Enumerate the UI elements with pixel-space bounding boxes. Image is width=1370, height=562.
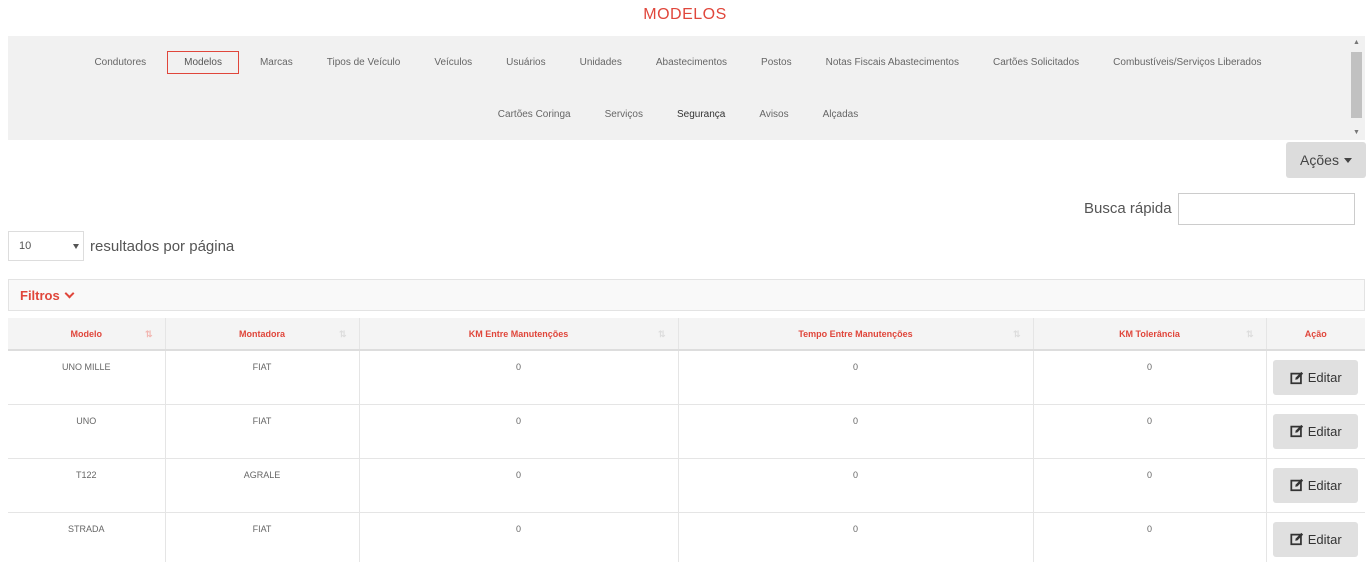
table-row: UNO MILLE FIAT 0 0 0 Editar (8, 350, 1365, 405)
filters-label: Filtros (20, 287, 60, 303)
caret-down-icon (1343, 157, 1352, 163)
cell-modelo: T122 (8, 458, 166, 513)
header-km-entre-manutencoes[interactable]: KM Entre Manutenções ⇅ (359, 318, 679, 351)
cell-montadora: AGRALE (165, 458, 360, 513)
nav-item-veiculos[interactable]: Veículos (434, 52, 472, 73)
header-montadora[interactable]: Montadora ⇅ (165, 318, 360, 351)
edit-label: Editar (1307, 477, 1342, 493)
edit-icon (1290, 532, 1303, 546)
sort-icon: ⇅ (1012, 329, 1021, 339)
edit-label: Editar (1307, 423, 1342, 439)
quick-search: Busca rápida (1084, 193, 1355, 225)
cell-modelo: STRADA (8, 512, 166, 562)
page-title: MODELOS (643, 6, 727, 23)
cell-montadora: FIAT (165, 512, 360, 562)
nav-row-2: Cartões Coringa Serviços Segurança Aviso… (8, 102, 1348, 126)
nav-item-modelos[interactable]: Modelos (167, 50, 239, 74)
edit-icon (1290, 478, 1303, 492)
per-page-select[interactable]: 10 (8, 231, 84, 261)
nav-item-avisos[interactable]: Avisos (759, 104, 788, 125)
nav-item-combustiveis-servicos[interactable]: Combustíveis/Serviços Liberados (1113, 52, 1261, 73)
header-acao: Ação (1266, 318, 1365, 351)
cell-montadora: FIAT (165, 404, 360, 459)
actions-label: Ações (1300, 152, 1339, 168)
sort-icon: ⇅ (338, 329, 347, 339)
nav-item-seguranca[interactable]: Segurança (677, 104, 725, 125)
nav-row-1: Condutores Modelos Marcas Tipos de Veícu… (8, 50, 1348, 74)
filters-toggle[interactable]: Filtros (8, 279, 1365, 311)
chevron-down-icon (64, 288, 75, 298)
nav-scrollbar[interactable]: ▲ ▼ (1348, 36, 1365, 140)
per-page-control: 10 resultados por página (8, 231, 234, 261)
nav-item-marcas[interactable]: Marcas (260, 52, 293, 73)
select-arrow-icon (73, 244, 79, 249)
cell-km-entre: 0 (359, 404, 679, 459)
cell-km-entre: 0 (359, 512, 679, 562)
header-modelo[interactable]: Modelo ⇅ (8, 318, 166, 351)
cell-tempo-entre: 0 (678, 404, 1034, 459)
cell-km-tolerancia: 0 (1033, 404, 1267, 459)
edit-button[interactable]: Editar (1273, 521, 1359, 557)
sort-icon: ⇅ (144, 329, 153, 339)
nav-item-unidades[interactable]: Unidades (580, 52, 622, 73)
table-row: UNO FIAT 0 0 0 Editar (8, 404, 1365, 459)
per-page-label: resultados por página (90, 237, 235, 255)
sort-icon: ⇅ (657, 329, 666, 339)
nav-item-condutores[interactable]: Condutores (94, 52, 146, 73)
cell-montadora: FIAT (165, 350, 360, 405)
actions-dropdown-button[interactable]: Ações (1286, 142, 1366, 178)
header-km-tolerancia[interactable]: KM Tolerância ⇅ (1033, 318, 1267, 351)
edit-icon (1290, 424, 1303, 438)
cell-km-entre: 0 (359, 350, 679, 405)
table-header-row: Modelo ⇅ Montadora ⇅ KM Entre Manutenções ⇅… (8, 318, 1365, 351)
cell-km-entre: 0 (359, 458, 679, 513)
edit-label: Editar (1307, 531, 1342, 547)
cell-acao: Editar (1266, 458, 1365, 513)
quick-search-label: Busca rápida (1084, 200, 1172, 217)
cell-modelo: UNO MILLE (8, 350, 166, 405)
cell-acao: Editar (1266, 404, 1365, 459)
nav-item-abastecimentos[interactable]: Abastecimentos (656, 52, 727, 73)
cell-tempo-entre: 0 (678, 350, 1034, 405)
scroll-down-arrow-icon[interactable]: ▼ (1348, 126, 1365, 140)
cell-km-tolerancia: 0 (1033, 458, 1267, 513)
per-page-value: 10 (19, 240, 32, 252)
cell-tempo-entre: 0 (678, 458, 1034, 513)
edit-label: Editar (1307, 370, 1342, 385)
nav-item-servicos[interactable]: Serviços (605, 104, 643, 125)
table-row: T122 AGRALE 0 0 0 Editar (8, 458, 1365, 513)
cell-modelo: UNO (8, 404, 166, 459)
edit-icon (1290, 371, 1303, 384)
cell-km-tolerancia: 0 (1033, 350, 1267, 405)
nav-item-cartoes-solicitados[interactable]: Cartões Solicitados (993, 52, 1079, 73)
nav-item-notas-fiscais[interactable]: Notas Fiscais Abastecimentos (826, 52, 959, 73)
edit-button[interactable]: Editar (1273, 413, 1359, 449)
cell-acao: Editar (1266, 512, 1365, 562)
table-row: STRADA FIAT 0 0 0 Editar (8, 512, 1365, 562)
cell-km-tolerancia: 0 (1033, 512, 1267, 562)
models-table: Modelo ⇅ Montadora ⇅ KM Entre Manutenções ⇅… (8, 318, 1365, 562)
nav-item-postos[interactable]: Postos (761, 52, 792, 73)
cell-tempo-entre: 0 (678, 512, 1034, 562)
quick-search-input[interactable] (1177, 193, 1355, 225)
nav-item-tipos-de-veiculo[interactable]: Tipos de Veículo (327, 52, 401, 73)
cell-acao: Editar (1266, 350, 1365, 405)
sort-icon: ⇅ (1245, 329, 1254, 339)
edit-button[interactable]: Editar (1273, 467, 1359, 503)
nav-item-cartoes-coringa[interactable]: Cartões Coringa (498, 104, 571, 125)
nav-item-usuarios[interactable]: Usuários (506, 52, 545, 73)
scroll-thumb[interactable] (1351, 52, 1362, 118)
nav-item-alcadas[interactable]: Alçadas (823, 104, 859, 125)
header-tempo-entre-manutencoes[interactable]: Tempo Entre Manutenções ⇅ (678, 318, 1034, 351)
nav-panel: Condutores Modelos Marcas Tipos de Veícu… (8, 36, 1365, 140)
edit-button[interactable]: Editar (1273, 360, 1359, 395)
scroll-up-arrow-icon[interactable]: ▲ (1348, 36, 1365, 50)
